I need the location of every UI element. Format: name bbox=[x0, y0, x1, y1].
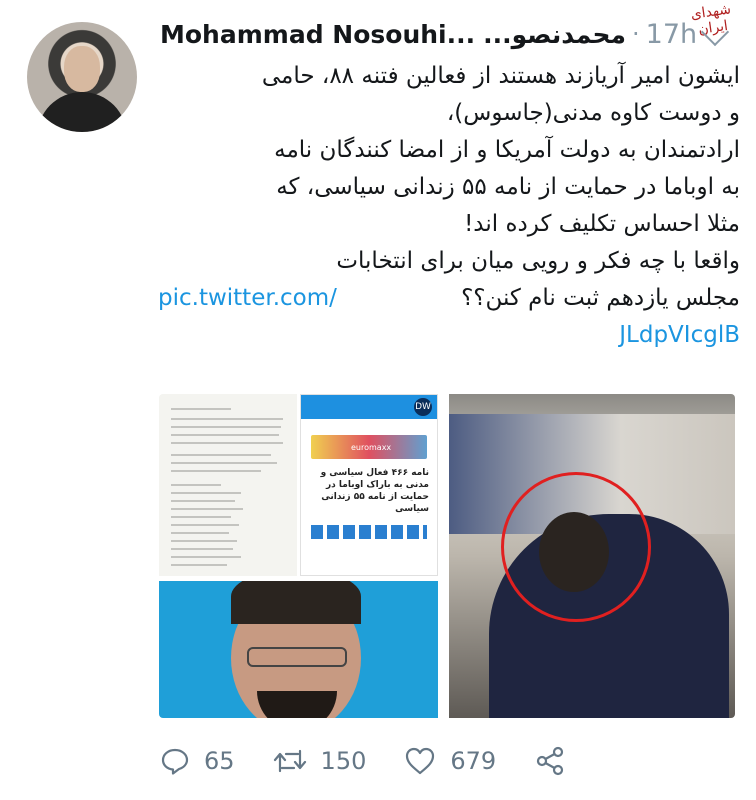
avatar-shoulders bbox=[37, 92, 127, 132]
tweet-line: مجلس یازدهم ثبت نام کنن؟؟ bbox=[461, 285, 740, 311]
tweet-text: ایشون امیر آریازند هستند از فعالین فتنه … bbox=[158, 58, 740, 354]
timestamp[interactable]: 17h bbox=[646, 19, 697, 50]
separator-dot: · bbox=[632, 20, 640, 48]
retweet-button[interactable]: 150 bbox=[273, 747, 367, 775]
media-document-image[interactable] bbox=[159, 394, 297, 576]
red-circle-highlight bbox=[501, 472, 651, 622]
tweet-line: مثلا احساس تکلیف کرده اند! bbox=[464, 211, 740, 237]
media-registration-photo[interactable] bbox=[449, 394, 735, 718]
display-name[interactable]: Mohammad Nosouhi... bbox=[160, 20, 475, 49]
tweet-line: JLdpVIcglB bbox=[158, 317, 740, 354]
reply-button[interactable]: 65 bbox=[160, 746, 235, 776]
portrait-hair bbox=[231, 581, 361, 624]
retweet-count: 150 bbox=[320, 747, 367, 775]
tweet-line: و دوست کاوه مدنی(جاسوس)، bbox=[446, 100, 740, 126]
share-icon bbox=[537, 746, 564, 776]
media-portrait-image[interactable] bbox=[159, 581, 438, 718]
tweet-line: ایشون امیر آریازند هستند از فعالین فتنه … bbox=[261, 63, 740, 89]
ad-text: euromaxx bbox=[351, 443, 392, 452]
avatar-face bbox=[64, 46, 100, 92]
tweet-link-start[interactable]: pic.twitter.com/ bbox=[158, 280, 337, 317]
tweet-link-end[interactable]: JLdpVIcglB bbox=[619, 322, 740, 348]
euromaxx-ad: euromaxx bbox=[311, 435, 427, 459]
heart-icon bbox=[406, 747, 435, 775]
dw-header-bar: DW bbox=[301, 395, 437, 419]
tweet-line: به اوباما در حمایت از نامه ۵۵ زندانی سیا… bbox=[276, 174, 740, 200]
tweet-header: Mohammad Nosouhi... محمدنصو... · 17h bbox=[160, 14, 720, 54]
share-icons bbox=[311, 525, 427, 539]
portrait-beard bbox=[257, 691, 337, 718]
share-button[interactable] bbox=[534, 745, 580, 777]
portrait-glasses bbox=[247, 647, 347, 667]
display-name-fa[interactable]: محمدنصو... bbox=[483, 20, 626, 49]
reply-icon bbox=[161, 748, 189, 775]
media-dw-article-screenshot[interactable]: DW euromaxx نامه ۴۶۶ فعال سیاسی و مدنی ب… bbox=[300, 394, 438, 576]
dw-logo: DW bbox=[414, 398, 432, 416]
media-grid[interactable]: DW euromaxx نامه ۴۶۶ فعال سیاسی و مدنی ب… bbox=[159, 394, 735, 718]
avatar[interactable] bbox=[27, 22, 137, 132]
tweet-line: ارادتمندان به دولت آمریکا و از امضا کنند… bbox=[274, 137, 740, 163]
like-button[interactable]: 679 bbox=[404, 746, 496, 776]
reply-count: 65 bbox=[204, 747, 235, 775]
retweet-icon bbox=[273, 749, 306, 773]
dw-headline: نامه ۴۶۶ فعال سیاسی و مدنی به باراک اوبا… bbox=[320, 468, 429, 514]
like-count: 679 bbox=[450, 747, 497, 775]
tweet-line: واقعا با چه فکر و رویی میان برای انتخابا… bbox=[336, 248, 740, 274]
tweet-line-with-link: pic.twitter.com/ مجلس یازدهم ثبت نام کنن… bbox=[158, 280, 740, 317]
tweet-actions: 65 150 679 bbox=[160, 738, 680, 784]
